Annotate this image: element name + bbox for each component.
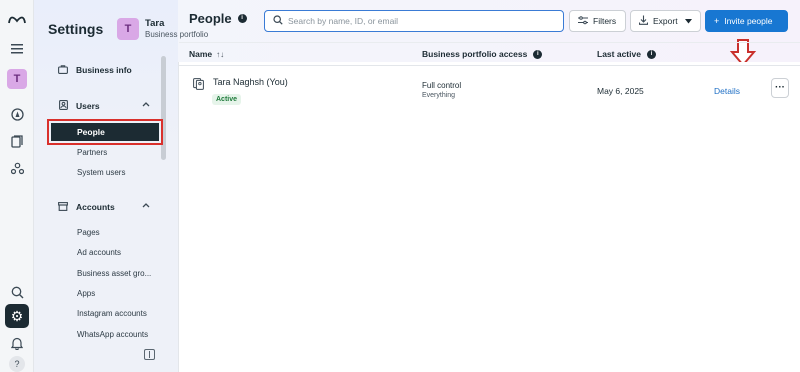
table-header: Name ↑↓ Business portfolio access i Last… — [179, 42, 800, 66]
portfolio-subtitle: Business portfolio — [145, 30, 209, 39]
settings-title: Settings — [48, 21, 104, 37]
column-header-label: Name — [189, 49, 213, 59]
info-icon[interactable]: i — [237, 14, 247, 23]
sidebar-item-system-users[interactable]: System users — [77, 167, 125, 179]
chevron-up-icon — [142, 100, 150, 109]
page-title: People i — [189, 11, 247, 26]
sidebar-section-users[interactable]: Users — [56, 98, 150, 114]
invite-people-button[interactable]: + Invite people — [705, 10, 788, 32]
bell-icon[interactable] — [7, 333, 27, 353]
info-icon[interactable]: i — [533, 49, 543, 59]
last-active-date: May 6, 2025 — [597, 86, 644, 96]
people-network-icon[interactable] — [7, 158, 27, 178]
id-card-icon — [193, 78, 204, 93]
sidebar-item-pages[interactable]: Pages — [77, 227, 100, 239]
sidebar-section-label: Accounts — [76, 202, 115, 212]
sidebar-item-apps[interactable]: Apps — [77, 288, 95, 300]
access-level: Full control — [422, 81, 462, 90]
status-badge: Active — [212, 94, 242, 105]
sidebar-item-partners[interactable]: Partners — [77, 147, 107, 159]
export-label: Export — [653, 16, 678, 26]
search-icon[interactable] — [7, 282, 27, 302]
briefcase-icon — [56, 64, 70, 76]
sidebar-item-instagram-accounts[interactable]: Instagram accounts — [77, 308, 147, 320]
plus-icon: + — [714, 16, 720, 26]
search-field[interactable] — [264, 10, 564, 32]
search-input[interactable] — [288, 16, 548, 26]
table-row[interactable] — [179, 66, 800, 112]
download-icon — [638, 15, 649, 27]
meta-logo-icon[interactable] — [7, 10, 27, 30]
sort-icon: ↑↓ — [216, 49, 225, 59]
pages-icon[interactable] — [7, 131, 27, 151]
help-icon[interactable]: ? — [9, 356, 25, 372]
portfolio-avatar: T — [117, 18, 139, 40]
column-header-name[interactable]: Name ↑↓ — [189, 49, 224, 59]
page-title-text: People — [189, 11, 232, 26]
sidebar-item-people-highlight: People — [47, 119, 163, 145]
search-icon — [273, 14, 283, 28]
compass-icon[interactable] — [7, 104, 27, 124]
settings-gear-button[interactable]: ⚙ — [5, 304, 29, 328]
info-icon[interactable]: i — [646, 49, 656, 59]
column-header-access: Business portfolio access i — [422, 49, 543, 59]
filters-button[interactable]: Filters — [569, 10, 626, 32]
invite-label: Invite people — [724, 16, 773, 26]
collapse-sidebar-icon[interactable] — [144, 349, 155, 360]
users-icon — [56, 100, 70, 112]
gear-icon: ⚙ — [10, 307, 24, 324]
account-avatar[interactable]: T — [7, 69, 27, 89]
filters-label: Filters — [593, 16, 617, 26]
column-header-label: Business portfolio access — [422, 49, 528, 59]
sidebar-item-business-info[interactable]: Business info — [56, 62, 132, 78]
column-header-label: Last active — [597, 49, 641, 59]
access-detail: Everything — [422, 92, 456, 99]
filter-icon — [578, 15, 588, 27]
caret-down-icon — [684, 16, 692, 26]
column-header-last-active: Last active i — [597, 49, 656, 59]
people-panel: People i Filters Export + Invite people … — [178, 10, 800, 372]
archive-icon — [56, 201, 70, 213]
sidebar-item-people[interactable]: People — [51, 123, 159, 141]
sidebar-item-label: Business info — [76, 65, 132, 75]
user-name[interactable]: Tara Naghsh (You) — [213, 77, 288, 87]
sidebar-item-whatsapp-accounts[interactable]: WhatsApp accounts — [77, 329, 148, 341]
more-options-button[interactable]: ··· — [771, 78, 789, 98]
sidebar-item-ad-accounts[interactable]: Ad accounts — [77, 247, 121, 259]
menu-icon[interactable] — [7, 39, 27, 59]
sidebar-section-label: Users — [76, 101, 100, 111]
sidebar-item-business-asset-groups[interactable]: Business asset gro... — [77, 268, 151, 280]
details-link[interactable]: Details — [714, 86, 740, 96]
global-nav-rail: T ⚙ ? — [0, 0, 34, 372]
chevron-up-icon — [142, 201, 150, 210]
export-button[interactable]: Export — [630, 10, 701, 32]
sidebar-section-accounts[interactable]: Accounts — [56, 199, 150, 215]
